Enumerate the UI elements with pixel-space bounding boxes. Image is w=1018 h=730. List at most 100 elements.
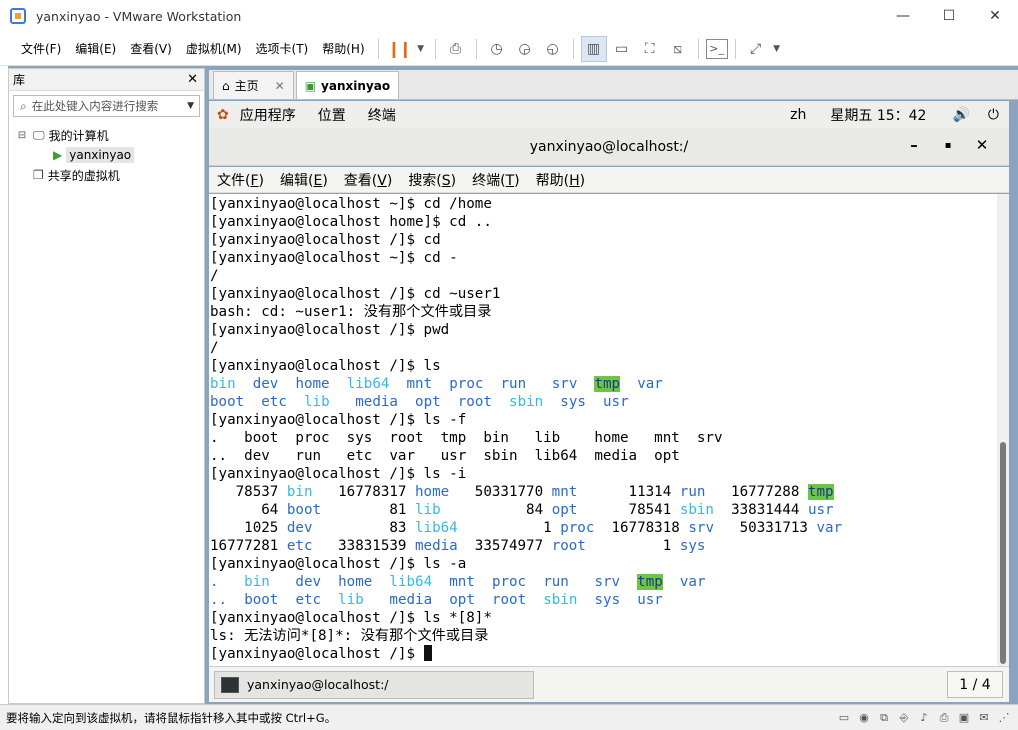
full-screen-icon[interactable]: ⛶ bbox=[637, 36, 663, 62]
terminal-text: 84 bbox=[440, 502, 552, 518]
terminal-text: lib64 bbox=[346, 376, 390, 392]
terminal-text: sys bbox=[679, 538, 706, 554]
stretch-guest-icon[interactable]: ⤢ bbox=[743, 36, 769, 62]
gnome-menu-terminal[interactable]: 终端 bbox=[357, 105, 407, 125]
cdrom-status-icon[interactable]: ◉ bbox=[854, 711, 874, 725]
tab-home[interactable]: ⌂ 主页 ✕ bbox=[213, 71, 294, 99]
terminal-text: dev bbox=[295, 574, 322, 590]
terminal-text: 83 bbox=[312, 520, 415, 536]
status-message: 要将输入定向到该虚拟机，请将鼠标指针移入其中或按 Ctrl+G。 bbox=[6, 710, 337, 725]
terminal-title: yanxinyao@localhost:/ bbox=[529, 138, 689, 155]
thumbnail-bar-icon[interactable]: ▭ bbox=[609, 36, 635, 62]
terminal-maximize-button[interactable]: ▪ bbox=[931, 136, 965, 156]
snapshot-icon[interactable]: ◷ bbox=[484, 36, 510, 62]
menu-file[interactable]: 文件(F) bbox=[14, 40, 68, 57]
tab-vm[interactable]: ▣ yanxinyao bbox=[295, 71, 400, 99]
terminal-minimize-button[interactable]: – bbox=[897, 136, 931, 156]
terminal-text: root bbox=[457, 394, 492, 410]
vmware-statusbar: 要将输入定向到该虚拟机，请将鼠标指针移入其中或按 Ctrl+G。 ▭ ◉ ⧉ ⎆… bbox=[0, 704, 1018, 730]
terminal-output[interactable]: [yanxinyao@localhost ~]$ cd /home [yanxin… bbox=[209, 194, 997, 666]
term-menu-view[interactable]: 查看(V) bbox=[336, 170, 401, 190]
terminal-scrollbar[interactable] bbox=[997, 194, 1009, 666]
terminal-line: [yanxinyao@localhost /]$ cd ~user1 bbox=[210, 285, 997, 303]
terminal-line: [yanxinyao@localhost /]$ cd bbox=[210, 231, 997, 249]
menu-edit[interactable]: 编辑(E) bbox=[68, 40, 123, 57]
input-method-indicator[interactable]: zh bbox=[790, 107, 806, 123]
usb-status-icon[interactable]: ⎆ bbox=[894, 711, 914, 725]
terminal-text: opt bbox=[449, 592, 475, 608]
terminal-text: mnt bbox=[449, 574, 475, 590]
term-menu-help[interactable]: 帮助(H) bbox=[528, 170, 593, 190]
terminal-text: 81 bbox=[321, 502, 416, 518]
unity-icon[interactable]: ⧅ bbox=[665, 36, 691, 62]
console-view-icon[interactable]: >_ bbox=[705, 38, 728, 59]
send-ctrl-alt-del-icon[interactable]: ⎙ bbox=[443, 36, 469, 62]
taskbar-terminal-item[interactable]: yanxinyao@localhost:/ bbox=[214, 670, 534, 699]
vmware-titlebar: yanxinyao - VMware Workstation — ☐ ✕ bbox=[0, 0, 1018, 32]
gnome-window-list: yanxinyao@localhost:/ 1 / 4 bbox=[209, 666, 1009, 702]
term-menu-search[interactable]: 搜索(S) bbox=[400, 170, 464, 190]
terminal-line: [yanxinyao@localhost /]$ ls bbox=[210, 357, 997, 375]
display-status-icon[interactable]: ▣ bbox=[954, 711, 974, 725]
gnome-top-bar: ✿ 应用程序 位置 终端 zh 星期五 15：42 🔊 ⏻ bbox=[209, 101, 1009, 128]
vm-tabbar: ⌂ 主页 ✕ ▣ yanxinyao bbox=[209, 70, 1018, 100]
message-status-icon[interactable]: ✉ bbox=[974, 711, 994, 725]
snapshot-manager-icon[interactable]: ◵ bbox=[540, 36, 566, 62]
terminal-line: [yanxinyao@localhost /]$ ls *[8]* bbox=[210, 609, 997, 627]
printer-status-icon[interactable]: ⎙ bbox=[934, 711, 954, 725]
power-icon[interactable]: ⏻ bbox=[988, 107, 999, 123]
term-menu-file[interactable]: 文件(F) bbox=[209, 170, 272, 190]
gnome-clock[interactable]: 星期五 15：42 bbox=[830, 105, 926, 125]
sound-status-icon[interactable]: ♪ bbox=[914, 711, 934, 725]
menu-view[interactable]: 查看(V) bbox=[123, 40, 179, 57]
power-dropdown-button[interactable]: ▼ bbox=[414, 36, 428, 62]
monitor-icon: 🖵 bbox=[33, 127, 45, 142]
terminal-line: [yanxinyao@localhost ~]$ cd /home bbox=[210, 195, 997, 213]
terminal-text: [yanxinyao@localhost home]$ cd .. bbox=[210, 214, 492, 230]
terminal-text: [yanxinyao@localhost /]$ ls bbox=[210, 358, 441, 374]
tree-item-vm[interactable]: ▶ yanxinyao bbox=[9, 145, 204, 165]
close-button[interactable]: ✕ bbox=[972, 0, 1018, 32]
gnome-menu-places[interactable]: 位置 bbox=[307, 105, 357, 125]
network-status-icon[interactable]: ⧉ bbox=[874, 711, 894, 725]
workspace-pager[interactable]: 1 / 4 bbox=[947, 671, 1003, 698]
scrollbar-thumb[interactable] bbox=[1000, 442, 1006, 664]
show-library-icon[interactable]: ▥ bbox=[580, 35, 607, 62]
search-dropdown-icon[interactable]: ▼ bbox=[187, 101, 194, 111]
volume-icon[interactable]: 🔊 bbox=[952, 107, 969, 123]
home-icon: ⌂ bbox=[222, 78, 230, 93]
term-menu-edit[interactable]: 编辑(E) bbox=[272, 170, 336, 190]
library-search-input[interactable]: ⌕ 在此处键入内容进行搜索 ▼ bbox=[13, 95, 200, 117]
tab-label: 主页 bbox=[234, 79, 259, 93]
tab-label: yanxinyao bbox=[321, 78, 391, 93]
terminal-text: usr bbox=[807, 502, 834, 518]
hdd-status-icon[interactable]: ▭ bbox=[834, 711, 854, 725]
terminal-text: bin bbox=[286, 484, 313, 500]
pause-vm-button[interactable]: ❙❙ bbox=[386, 36, 412, 62]
tab-close-icon[interactable]: ✕ bbox=[275, 79, 285, 93]
revert-snapshot-icon[interactable]: ◶ bbox=[512, 36, 538, 62]
menu-help[interactable]: 帮助(H) bbox=[315, 40, 371, 57]
term-menu-terminal[interactable]: 终端(T) bbox=[464, 170, 528, 190]
minimize-button[interactable]: — bbox=[880, 0, 926, 32]
collapse-toggle-icon[interactable]: ⊟ bbox=[15, 130, 29, 141]
stretch-dropdown-button[interactable]: ▼ bbox=[771, 36, 783, 62]
terminal-text: 1025 bbox=[210, 520, 287, 536]
menu-tabs[interactable]: 选项卡(T) bbox=[249, 40, 316, 57]
terminal-text: 78541 bbox=[577, 502, 680, 518]
terminal-text: srv bbox=[688, 520, 714, 536]
menu-vm[interactable]: 虚拟机(M) bbox=[179, 40, 249, 57]
terminal-close-button[interactable]: ✕ bbox=[965, 136, 999, 156]
tree-item-shared-vms[interactable]: ❐ 共享的虚拟机 bbox=[9, 165, 204, 185]
gnome-menu-applications[interactable]: 应用程序 bbox=[229, 105, 307, 125]
library-close-icon[interactable]: ✕ bbox=[187, 72, 198, 87]
maximize-button[interactable]: ☐ bbox=[926, 0, 972, 32]
terminal-text: [yanxinyao@localhost /]$ ls -a bbox=[210, 556, 467, 572]
terminal-text: bin bbox=[210, 376, 236, 392]
tree-item-my-computer[interactable]: ⊟ 🖵 我的计算机 bbox=[9, 125, 204, 145]
